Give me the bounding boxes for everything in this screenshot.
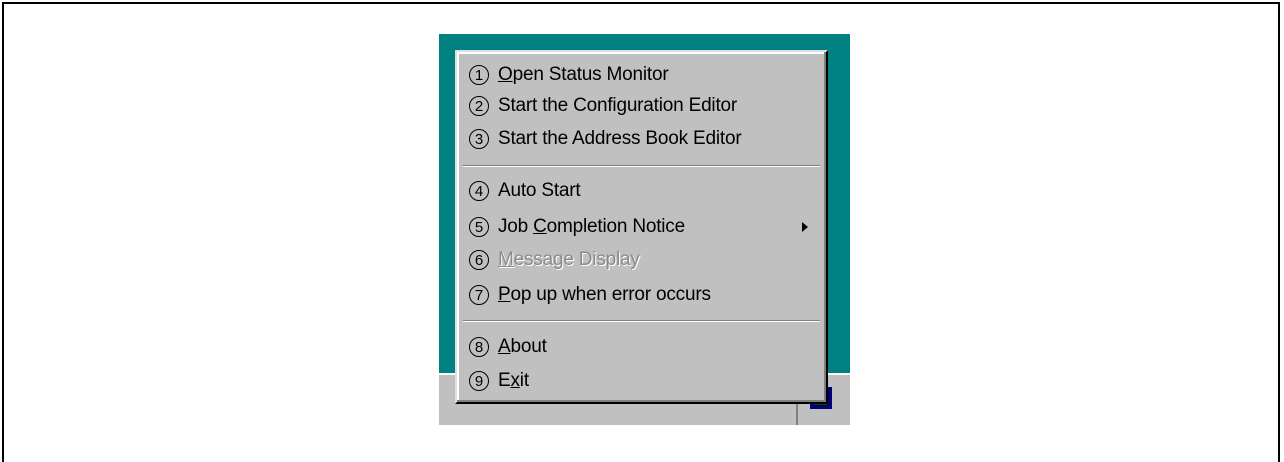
menu-item-label: Job Completion Notice xyxy=(498,216,685,237)
number-1-badge: 1 xyxy=(469,65,489,85)
menu-item-auto-start[interactable]: 4 Auto Start xyxy=(469,176,814,206)
menu-item-label: Message Display xyxy=(498,249,640,270)
number-5-badge: 5 xyxy=(469,217,489,237)
context-menu: 1 Open Status Monitor 2 Start the Config… xyxy=(455,50,828,404)
number-9-badge: 9 xyxy=(469,371,489,391)
chevron-right-icon xyxy=(802,222,808,232)
menu-separator xyxy=(463,165,820,167)
menu-item-pop-up-when-error-occurs[interactable]: 7 Pop up when error occurs xyxy=(469,280,814,310)
number-4-badge: 4 xyxy=(469,181,489,201)
menu-item-label: Exit xyxy=(498,370,529,391)
number-7-badge: 7 xyxy=(469,285,489,305)
number-6-badge: 6 xyxy=(469,250,489,270)
menu-item-label: Pop up when error occurs xyxy=(498,284,711,305)
menu-item-exit[interactable]: 9 Exit xyxy=(469,366,814,396)
number-3-badge: 3 xyxy=(469,129,489,149)
menu-item-label: Start the Address Book Editor xyxy=(498,128,742,149)
menu-separator xyxy=(463,320,820,322)
menu-item-label: Auto Start xyxy=(498,180,581,201)
number-8-badge: 8 xyxy=(469,337,489,357)
menu-item-label: About xyxy=(498,336,547,357)
menu-item-about[interactable]: 8 About xyxy=(469,332,814,362)
menu-item-message-display: 6 Message Display xyxy=(469,245,814,275)
number-2-badge: 2 xyxy=(469,96,489,116)
menu-item-label: Start the Configuration Editor xyxy=(498,95,738,116)
menu-item-label: Open Status Monitor xyxy=(498,64,669,85)
menu-item-open-status-monitor[interactable]: 1 Open Status Monitor xyxy=(469,60,814,90)
menu-item-job-completion-notice[interactable]: 5 Job Completion Notice xyxy=(469,212,814,242)
menu-item-start-configuration-editor[interactable]: 2 Start the Configuration Editor xyxy=(469,91,814,121)
menu-item-start-address-book-editor[interactable]: 3 Start the Address Book Editor xyxy=(469,124,814,154)
